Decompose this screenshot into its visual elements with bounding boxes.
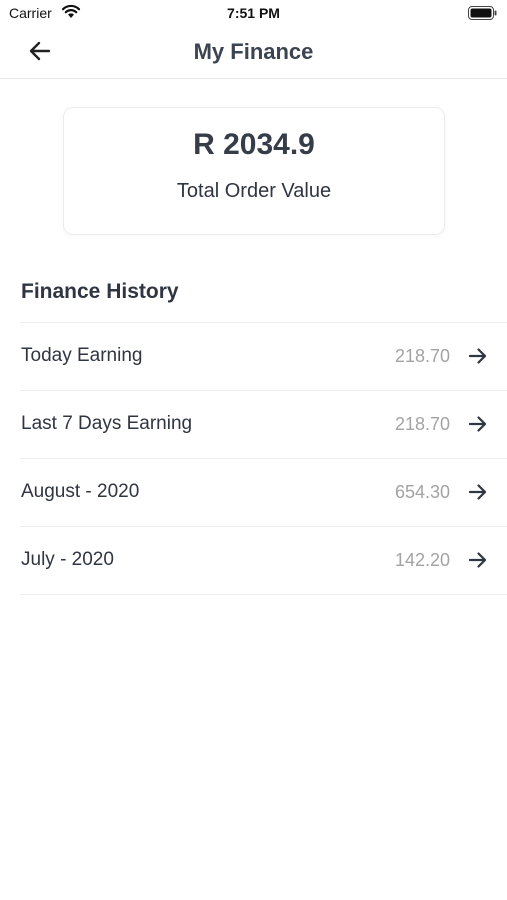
arrow-right-icon xyxy=(468,414,488,434)
history-row-label: July - 2020 xyxy=(21,549,114,570)
total-order-label: Total Order Value xyxy=(176,180,332,202)
status-bar: Carrier 7:51 PM xyxy=(0,0,507,28)
arrow-right-icon xyxy=(468,482,488,502)
page-title: My Finance xyxy=(193,39,314,64)
finance-history-list: Today Earning 218.70 Last 7 Days Earning… xyxy=(20,322,507,595)
status-time: 7:51 PM xyxy=(227,5,280,21)
nav-bar: My Finance xyxy=(0,28,507,79)
total-order-amount: R 2034.9 xyxy=(193,128,315,161)
history-row-value: 218.70 xyxy=(394,414,450,434)
history-row-label: August - 2020 xyxy=(21,481,140,502)
history-row-label: Today Earning xyxy=(21,345,143,366)
battery-icon xyxy=(468,6,498,26)
arrow-right-icon xyxy=(468,346,488,366)
finance-history-title: Finance History xyxy=(21,280,179,303)
history-row-august-2020[interactable]: August - 2020 654.30 xyxy=(20,458,507,526)
history-row-today[interactable]: Today Earning 218.70 xyxy=(20,322,507,390)
history-row-july-2020[interactable]: July - 2020 142.20 xyxy=(20,526,507,595)
history-row-label: Last 7 Days Earning xyxy=(21,413,193,434)
arrow-right-icon xyxy=(468,550,488,570)
history-row-last-7-days[interactable]: Last 7 Days Earning 218.70 xyxy=(20,390,507,458)
total-order-card: R 2034.9 Total Order Value xyxy=(63,107,445,235)
history-row-value: 654.30 xyxy=(394,482,450,502)
history-row-value: 142.20 xyxy=(394,550,450,570)
history-row-value: 218.70 xyxy=(394,346,450,366)
